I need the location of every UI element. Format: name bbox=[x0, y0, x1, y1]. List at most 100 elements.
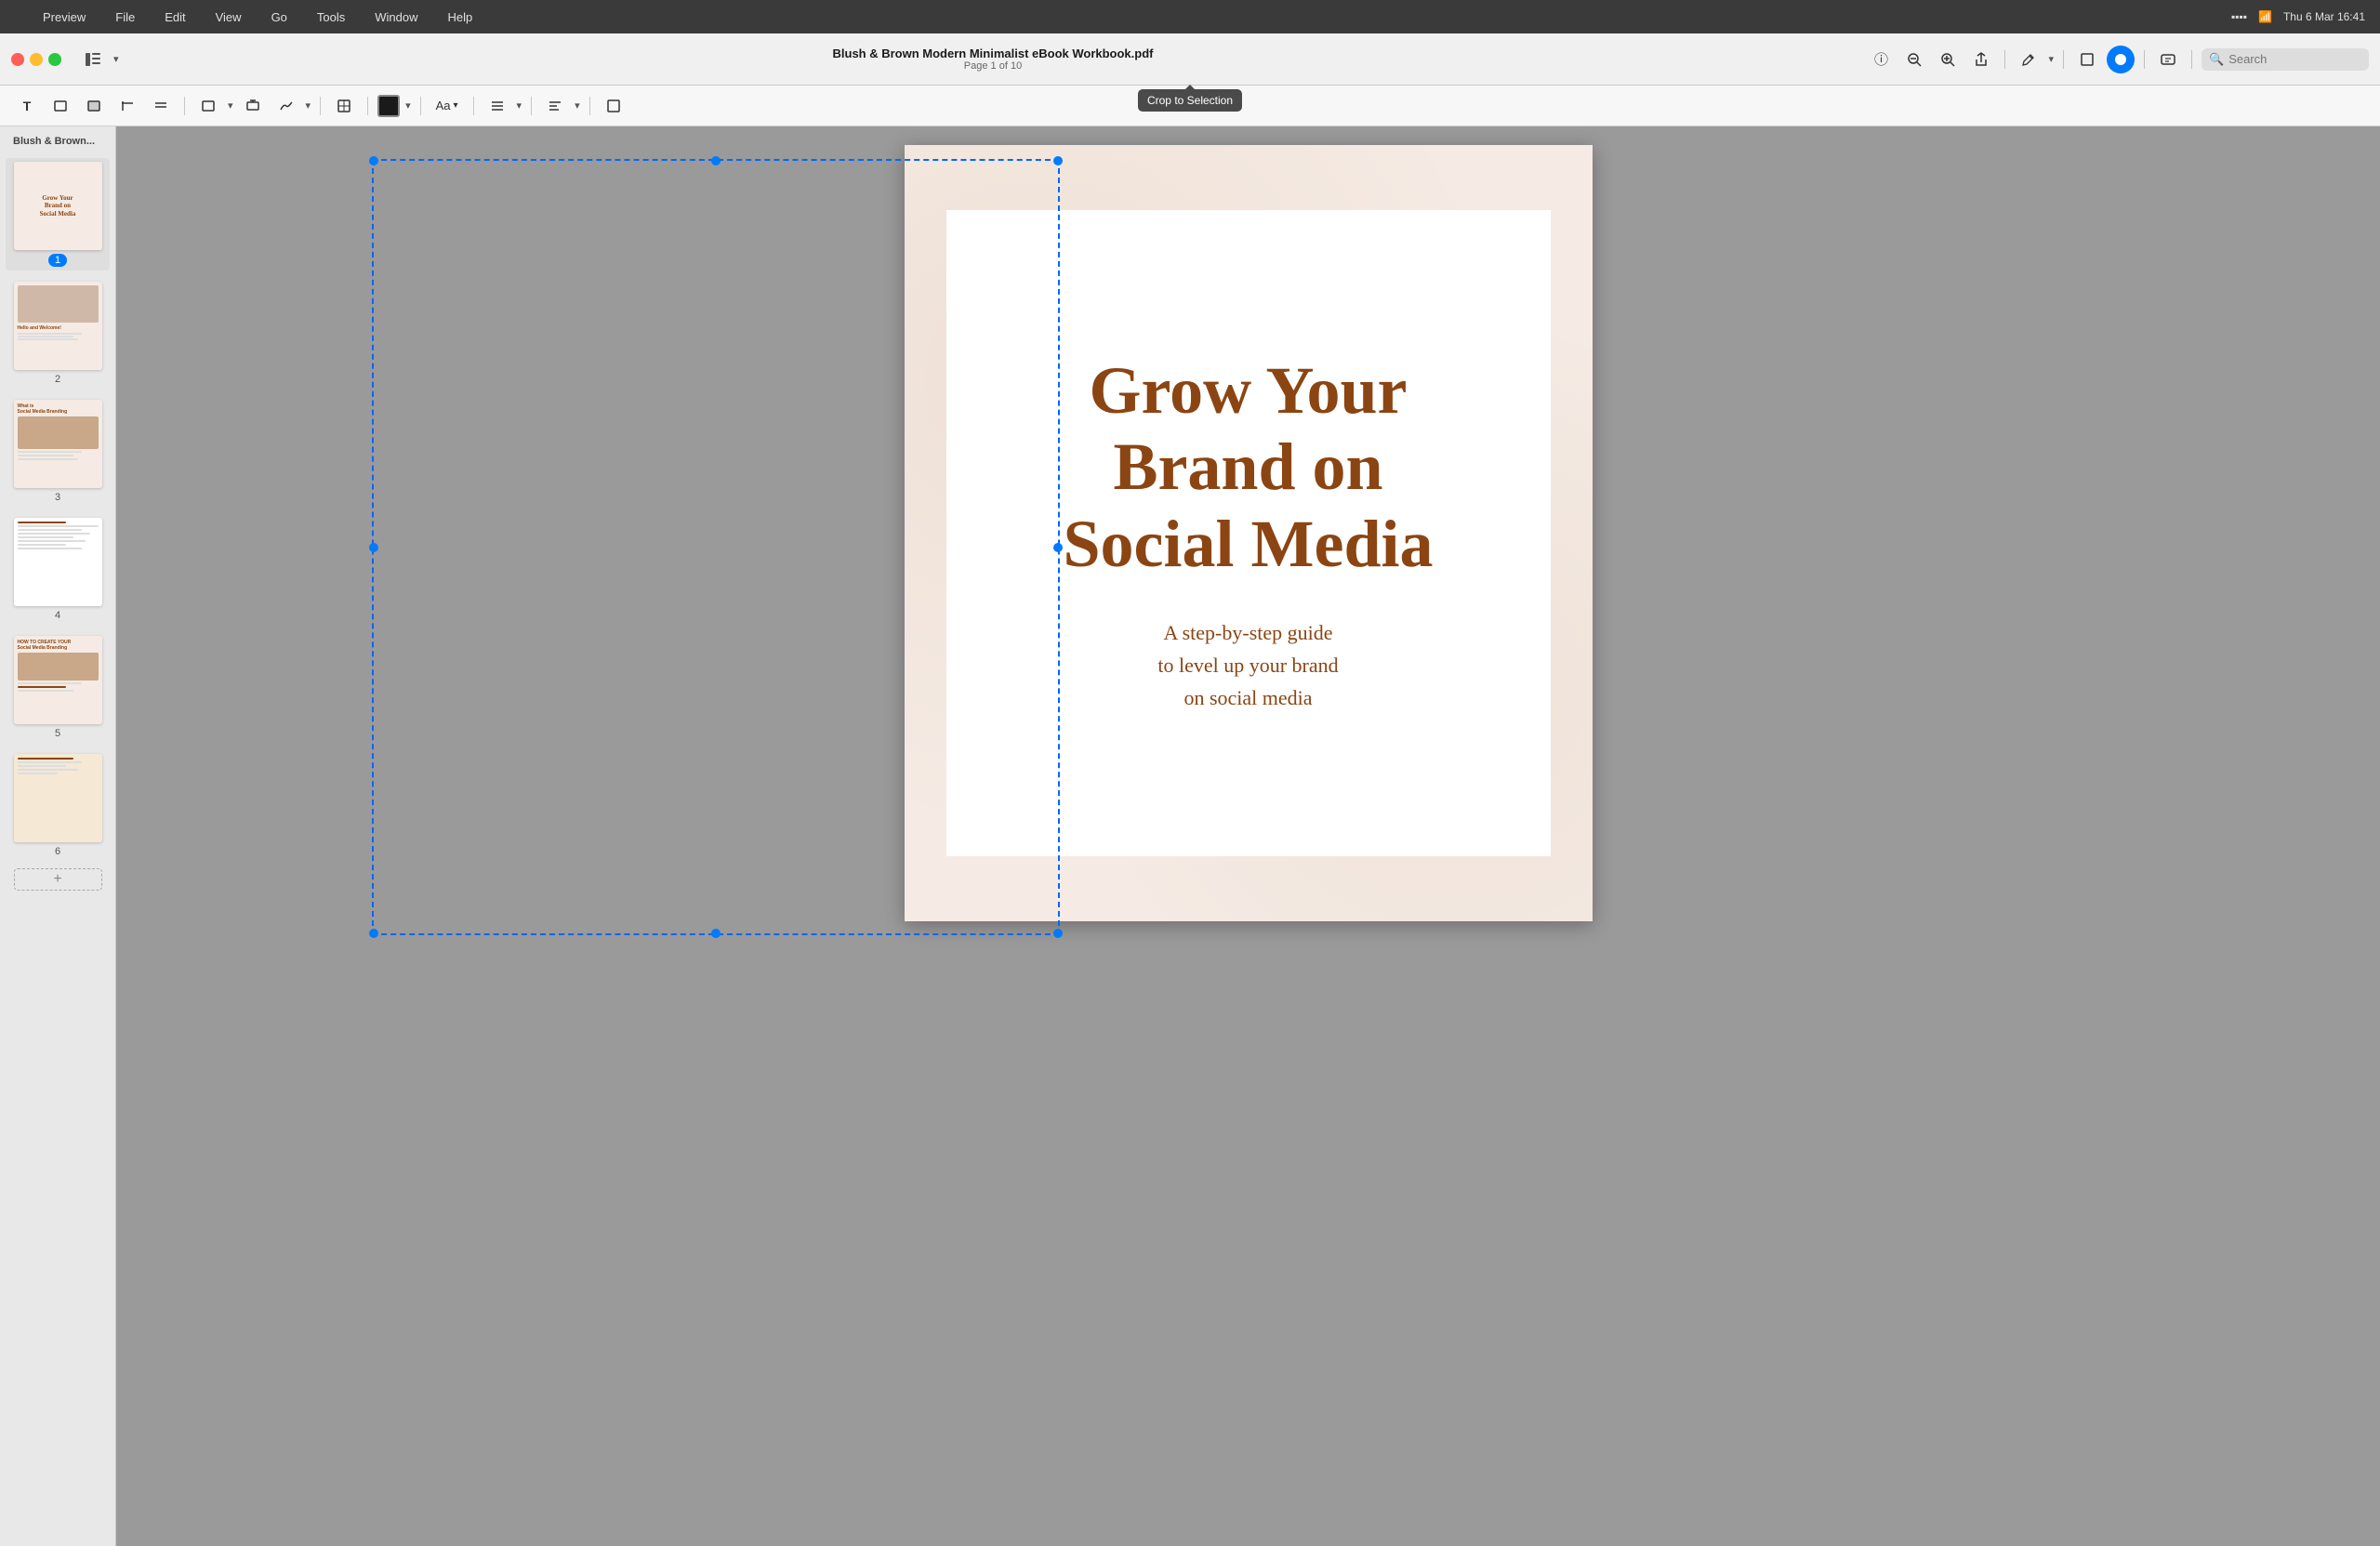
page-num-3: 3 bbox=[55, 492, 60, 503]
handle-bottom-center[interactable] bbox=[711, 929, 721, 938]
text-tool-icon: T bbox=[23, 99, 32, 113]
thumb-content-2: Hello and Welcome! bbox=[14, 282, 102, 370]
handle-middle-left[interactable] bbox=[369, 543, 378, 552]
handle-top-center[interactable] bbox=[711, 156, 721, 165]
page-thumbnail-1[interactable]: Grow YourBrand onSocial Media 1 bbox=[6, 158, 110, 271]
rect-tool-button[interactable] bbox=[46, 92, 74, 120]
separator bbox=[2004, 50, 2005, 69]
thumb-img-5: HOW TO CREATE YOURSocial Media Branding bbox=[14, 636, 102, 724]
minimize-button[interactable] bbox=[30, 53, 43, 66]
separator2 bbox=[2063, 50, 2064, 69]
fullscreen-button[interactable] bbox=[48, 53, 61, 66]
page-thumbnail-sidebar: Blush & Brown... Grow YourBrand onSocial… bbox=[0, 126, 116, 1546]
zoom-in-icon bbox=[1940, 52, 1955, 67]
window-controls bbox=[11, 53, 61, 66]
datetime-display: Thu 6 Mar 16:41 bbox=[2283, 10, 2365, 23]
markup-pen-button[interactable] bbox=[2015, 46, 2043, 73]
thumb-img-6 bbox=[14, 754, 102, 842]
shape-chevron-icon[interactable]: ▾ bbox=[228, 99, 233, 112]
document-title-area: Blush & Brown Modern Minimalist eBook Wo… bbox=[126, 46, 1860, 72]
underline-tool-button[interactable] bbox=[147, 92, 175, 120]
ann-separator7 bbox=[589, 97, 590, 115]
page-view-button[interactable] bbox=[2073, 46, 2101, 73]
document-view-area[interactable]: Grow YourBrand onSocial Media A step-by-… bbox=[116, 126, 2380, 1546]
menu-edit[interactable]: Edit bbox=[159, 8, 191, 26]
content-area: Blush & Brown... Grow YourBrand onSocial… bbox=[0, 126, 2380, 1546]
spacing-icon bbox=[548, 99, 562, 113]
page-thumbnail-2[interactable]: Hello and Welcome! 2 bbox=[6, 278, 110, 389]
strikethrough-icon bbox=[120, 99, 135, 113]
page-thumbnail-5[interactable]: HOW TO CREATE YOURSocial Media Branding … bbox=[6, 632, 110, 743]
handle-bottom-left[interactable] bbox=[369, 929, 378, 938]
search-box[interactable]: 🔍 bbox=[2202, 48, 2369, 71]
info-icon: ⓘ bbox=[1874, 49, 1888, 69]
align-chevron-icon[interactable]: ▾ bbox=[517, 99, 522, 112]
menu-go[interactable]: Go bbox=[266, 8, 293, 26]
shape-icon bbox=[201, 99, 216, 113]
menu-tools[interactable]: Tools bbox=[311, 8, 350, 26]
page-view-icon bbox=[2080, 52, 2095, 67]
text-tool-button[interactable]: T bbox=[13, 92, 41, 120]
color-picker-button[interactable] bbox=[377, 95, 400, 117]
edit-icon bbox=[2161, 52, 2175, 67]
highlight-active-button[interactable] bbox=[2107, 46, 2135, 73]
sidebar-toggle-icon bbox=[86, 53, 100, 66]
menu-help[interactable]: Help bbox=[443, 8, 479, 26]
sidebar-toggle-button[interactable] bbox=[80, 46, 106, 73]
spacing-chevron-icon[interactable]: ▾ bbox=[575, 99, 580, 112]
close-button[interactable] bbox=[11, 53, 24, 66]
menu-window[interactable]: Window bbox=[369, 8, 423, 26]
align-button[interactable] bbox=[483, 92, 511, 120]
crop-tool-button[interactable] bbox=[600, 92, 628, 120]
sign-chevron-icon[interactable]: ▾ bbox=[306, 99, 311, 112]
adjust-button[interactable] bbox=[330, 92, 358, 120]
menu-view[interactable]: View bbox=[210, 8, 247, 26]
fill-tool-button[interactable] bbox=[80, 92, 108, 120]
separator3 bbox=[2144, 50, 2145, 69]
sign-tool-button[interactable] bbox=[272, 92, 300, 120]
menu-bar: Preview File Edit View Go Tools Window H… bbox=[0, 0, 2380, 33]
add-page-button[interactable]: + bbox=[14, 868, 102, 891]
zoom-in-button[interactable] bbox=[1934, 46, 1962, 73]
thumb-content-4 bbox=[14, 518, 102, 606]
pen-icon bbox=[2021, 52, 2036, 67]
menu-preview[interactable]: Preview bbox=[37, 8, 91, 26]
textbox-button[interactable] bbox=[239, 92, 267, 120]
page-num-5: 5 bbox=[55, 728, 60, 739]
page-thumbnail-6[interactable]: 6 bbox=[6, 750, 110, 861]
ann-separator2 bbox=[320, 97, 321, 115]
battery-icon: ▪▪▪▪ bbox=[2231, 10, 2247, 23]
handle-bottom-right[interactable] bbox=[1053, 929, 1063, 938]
color-chevron-icon[interactable]: ▾ bbox=[405, 99, 411, 112]
edit-button[interactable] bbox=[2154, 46, 2182, 73]
ann-separator4 bbox=[420, 97, 421, 115]
adjust-icon bbox=[337, 99, 351, 113]
page-num-6: 6 bbox=[55, 846, 60, 857]
handle-top-left[interactable] bbox=[369, 156, 378, 165]
ann-separator6 bbox=[531, 97, 532, 115]
thumb-img-3: What isSocial Media Branding bbox=[14, 400, 102, 488]
menu-file[interactable]: File bbox=[110, 8, 140, 26]
shape-button[interactable] bbox=[194, 92, 222, 120]
page-num-4: 4 bbox=[55, 610, 60, 621]
info-button[interactable]: ⓘ bbox=[1867, 46, 1895, 73]
page-thumbnail-3[interactable]: What isSocial Media Branding 3 bbox=[6, 396, 110, 507]
font-chevron-icon: ▾ bbox=[454, 100, 458, 111]
underline-icon bbox=[153, 99, 168, 113]
textbox-icon bbox=[245, 99, 260, 113]
sign-icon bbox=[279, 99, 294, 113]
wifi-icon: 📶 bbox=[2258, 10, 2272, 23]
page-thumbnail-4[interactable]: 4 bbox=[6, 514, 110, 625]
pen-chevron-icon[interactable]: ▾ bbox=[2048, 53, 2054, 65]
share-button[interactable] bbox=[1967, 46, 1995, 73]
spacing-button[interactable] bbox=[541, 92, 569, 120]
font-aa-label: Aa bbox=[436, 99, 451, 112]
zoom-out-button[interactable] bbox=[1900, 46, 1928, 73]
page-badge-1: 1 bbox=[48, 254, 67, 267]
strikethrough-button[interactable] bbox=[113, 92, 141, 120]
font-size-button[interactable]: Aa ▾ bbox=[430, 96, 464, 115]
rect-icon bbox=[53, 99, 68, 113]
chevron-down-icon[interactable]: ▾ bbox=[113, 53, 119, 65]
menubar-right: ▪▪▪▪ 📶 Thu 6 Mar 16:41 bbox=[2231, 10, 2365, 23]
search-input[interactable] bbox=[2228, 52, 2359, 66]
